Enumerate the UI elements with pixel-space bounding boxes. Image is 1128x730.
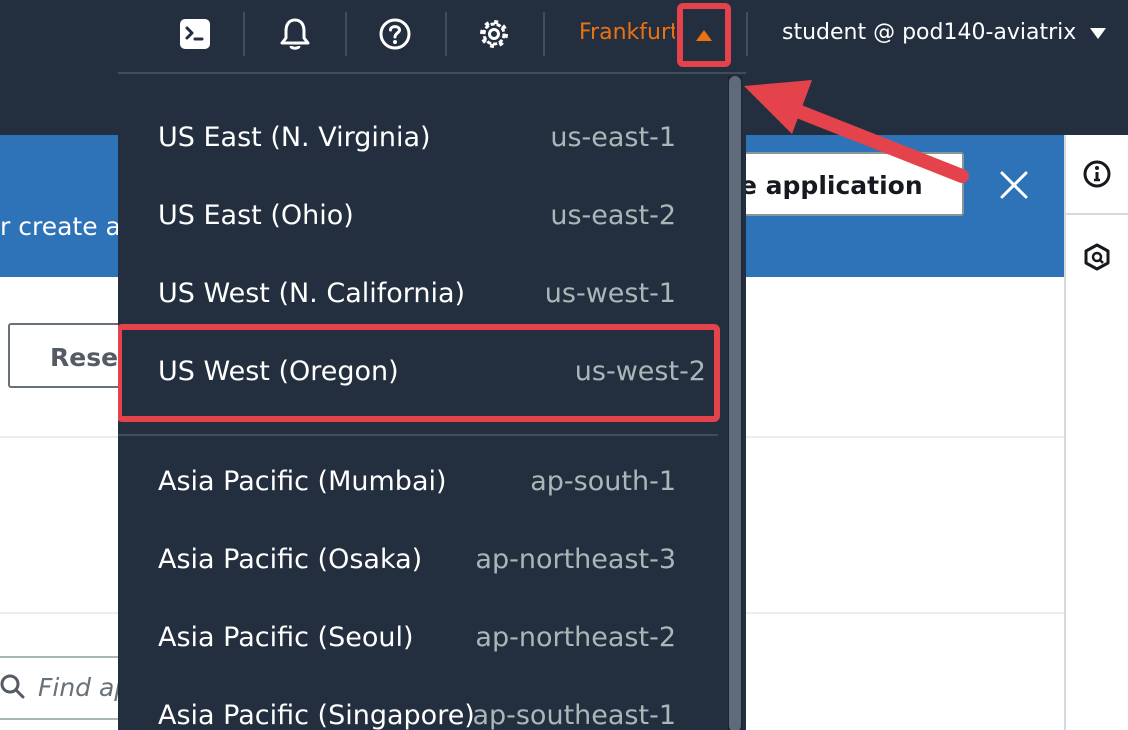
search-icon xyxy=(0,674,25,699)
caret-down-icon[interactable] xyxy=(1090,28,1106,39)
region-dropdown-menu: US East (N. Virginia) us-east-1 US East … xyxy=(118,72,746,730)
nav-separator xyxy=(345,12,347,56)
region-name: Asia Pacific (Osaka) xyxy=(158,544,423,575)
region-option[interactable]: Asia Pacific (Mumbai) ap-south-1 xyxy=(118,448,718,518)
hexagon-icon xyxy=(1084,243,1110,271)
region-group-divider xyxy=(118,434,718,436)
region-code: ap-northeast-2 xyxy=(475,622,676,653)
nav-separator xyxy=(543,12,545,56)
region-option[interactable]: US East (N. Virginia) us-east-1 xyxy=(118,104,718,174)
nav-separator xyxy=(746,12,748,56)
resources-panel-toggle[interactable] xyxy=(1066,217,1128,297)
region-selector-label[interactable]: Frankfurt xyxy=(579,20,675,45)
scrollbar-thumb[interactable] xyxy=(729,76,741,730)
region-code: us-west-2 xyxy=(574,356,706,387)
region-name: US East (Ohio) xyxy=(158,200,354,231)
region-code: us-east-1 xyxy=(550,122,676,153)
console-screen: Frankfurt student @ pod140-aviatrix r cr… xyxy=(0,0,1128,730)
region-dropdown-toggle[interactable] xyxy=(677,3,731,67)
region-option[interactable]: US West (N. California) us-west-1 xyxy=(118,260,718,330)
region-option[interactable]: US East (Ohio) us-east-2 xyxy=(118,182,718,252)
bell-icon[interactable] xyxy=(275,14,315,54)
region-option[interactable]: Asia Pacific (Seoul) ap-northeast-2 xyxy=(118,604,718,674)
region-option[interactable]: Asia Pacific (Osaka) ap-northeast-3 xyxy=(118,526,718,596)
banner-text: r create a xyxy=(0,212,121,241)
region-option[interactable]: Asia Pacific (Singapore) ap-southeast-1 xyxy=(118,682,718,730)
region-code: us-east-2 xyxy=(550,200,676,231)
info-icon xyxy=(1083,160,1111,188)
account-menu-label[interactable]: student @ pod140-aviatrix xyxy=(782,20,1076,45)
caret-up-icon xyxy=(696,29,712,41)
create-application-button[interactable]: e application xyxy=(720,152,964,216)
find-input-placeholder: Find ap xyxy=(38,673,131,702)
region-option-highlighted[interactable]: US West (Oregon) us-west-2 xyxy=(118,324,720,422)
info-panel-toggle[interactable] xyxy=(1066,135,1128,215)
right-side-rail xyxy=(1064,135,1128,730)
close-icon[interactable] xyxy=(994,165,1034,205)
create-application-button-label: e application xyxy=(740,171,923,200)
cloudshell-icon[interactable] xyxy=(175,14,215,54)
region-name: US West (N. California) xyxy=(158,278,466,309)
region-name: Asia Pacific (Singapore) xyxy=(158,700,475,730)
region-code: ap-south-1 xyxy=(530,466,676,497)
nav-separator xyxy=(243,12,245,56)
dropdown-scrollbar[interactable] xyxy=(728,76,742,730)
nav-separator xyxy=(445,12,447,56)
region-name: US East (N. Virginia) xyxy=(158,122,431,153)
region-code: ap-northeast-3 xyxy=(475,544,676,575)
region-code: ap-southeast-1 xyxy=(472,700,676,730)
help-icon[interactable] xyxy=(375,14,415,54)
region-name: US West (Oregon) xyxy=(158,356,399,387)
region-name: Asia Pacific (Seoul) xyxy=(158,622,414,653)
region-name: Asia Pacific (Mumbai) xyxy=(158,466,447,497)
gear-icon[interactable] xyxy=(474,14,514,54)
region-code: us-west-1 xyxy=(544,278,676,309)
